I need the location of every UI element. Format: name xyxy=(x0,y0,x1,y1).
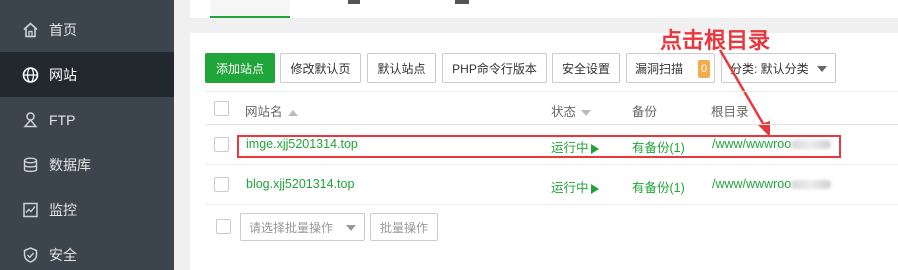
sidebar-item-label: 监控 xyxy=(49,201,77,218)
table-header: 网站名 状态 备份 根目录 xyxy=(205,91,898,125)
shield-icon xyxy=(22,246,39,263)
monitor-icon xyxy=(22,201,39,218)
sort-down-icon xyxy=(581,109,592,116)
vuln-scan-button[interactable]: 漏洞扫描 0 xyxy=(626,53,715,83)
security-settings-button[interactable]: 安全设置 xyxy=(552,53,620,83)
col-header-backup: 备份 xyxy=(632,105,658,119)
col-header-status[interactable]: 状态 xyxy=(551,101,592,120)
backup-link[interactable]: 有备份(1) xyxy=(632,177,685,196)
root-dir-link[interactable]: /www/wwwroo xyxy=(712,177,832,191)
redacted-mark xyxy=(791,180,832,190)
vuln-count-badge: 0 xyxy=(698,60,710,78)
globe-icon xyxy=(22,66,39,83)
sort-up-icon xyxy=(287,109,298,116)
php-cli-version-button[interactable]: PHP命令行版本 xyxy=(442,53,547,83)
sidebar-item-database[interactable]: 数据库 xyxy=(0,142,174,187)
tabs-bar xyxy=(190,0,898,18)
highlight-box xyxy=(237,135,841,158)
sidebar: 首页 网站 FTP 数据库 监控 安全 xyxy=(0,0,174,270)
sidebar-item-security[interactable]: 安全 xyxy=(0,232,174,270)
play-icon xyxy=(590,183,599,194)
sidebar-item-label: FTP xyxy=(49,111,76,128)
tab-site-list[interactable] xyxy=(210,0,290,18)
database-icon xyxy=(22,156,39,173)
sidebar-item-website[interactable]: 网站 xyxy=(0,52,174,97)
sidebar-item-label: 数据库 xyxy=(49,156,91,173)
site-name-link[interactable]: blog.xjj5201314.top xyxy=(246,177,354,191)
ftp-icon xyxy=(22,111,39,128)
select-all-checkbox[interactable] xyxy=(214,101,229,116)
table-row: blog.xjj5201314.top 运行中 有备份(1) /www/wwwr… xyxy=(205,165,898,205)
batch-action-select[interactable]: 请选择批量操作 xyxy=(240,213,365,241)
vuln-scan-label: 漏洞扫描 xyxy=(635,61,684,76)
sidebar-item-monitor[interactable]: 监控 xyxy=(0,187,174,232)
col-header-name[interactable]: 网站名 xyxy=(245,101,298,120)
site-status[interactable]: 运行中 xyxy=(551,177,599,196)
sidebar-item-label: 首页 xyxy=(49,21,77,38)
sidebar-item-home[interactable]: 首页 xyxy=(0,7,174,52)
tab-stub[interactable] xyxy=(455,0,469,4)
tab-stub[interactable] xyxy=(348,0,360,4)
default-site-button[interactable]: 默认站点 xyxy=(367,53,436,83)
footer-select-all-checkbox[interactable] xyxy=(216,219,231,234)
col-header-root: 根目录 xyxy=(711,105,749,119)
batch-action-button[interactable]: 批量操作 xyxy=(370,213,438,241)
add-site-button[interactable]: 添加站点 xyxy=(205,53,275,83)
edit-default-page-button[interactable]: 修改默认页 xyxy=(280,53,361,83)
row-checkbox[interactable] xyxy=(214,137,229,152)
row-checkbox[interactable] xyxy=(214,177,229,192)
chevron-down-icon xyxy=(817,66,827,72)
sidebar-item-label: 网站 xyxy=(49,66,77,83)
batch-action-placeholder: 请选择批量操作 xyxy=(249,220,334,235)
sidebar-item-ftp[interactable]: FTP xyxy=(0,97,174,142)
chevron-down-icon xyxy=(346,225,356,231)
sidebar-item-label: 安全 xyxy=(49,246,77,263)
home-icon xyxy=(22,21,39,38)
